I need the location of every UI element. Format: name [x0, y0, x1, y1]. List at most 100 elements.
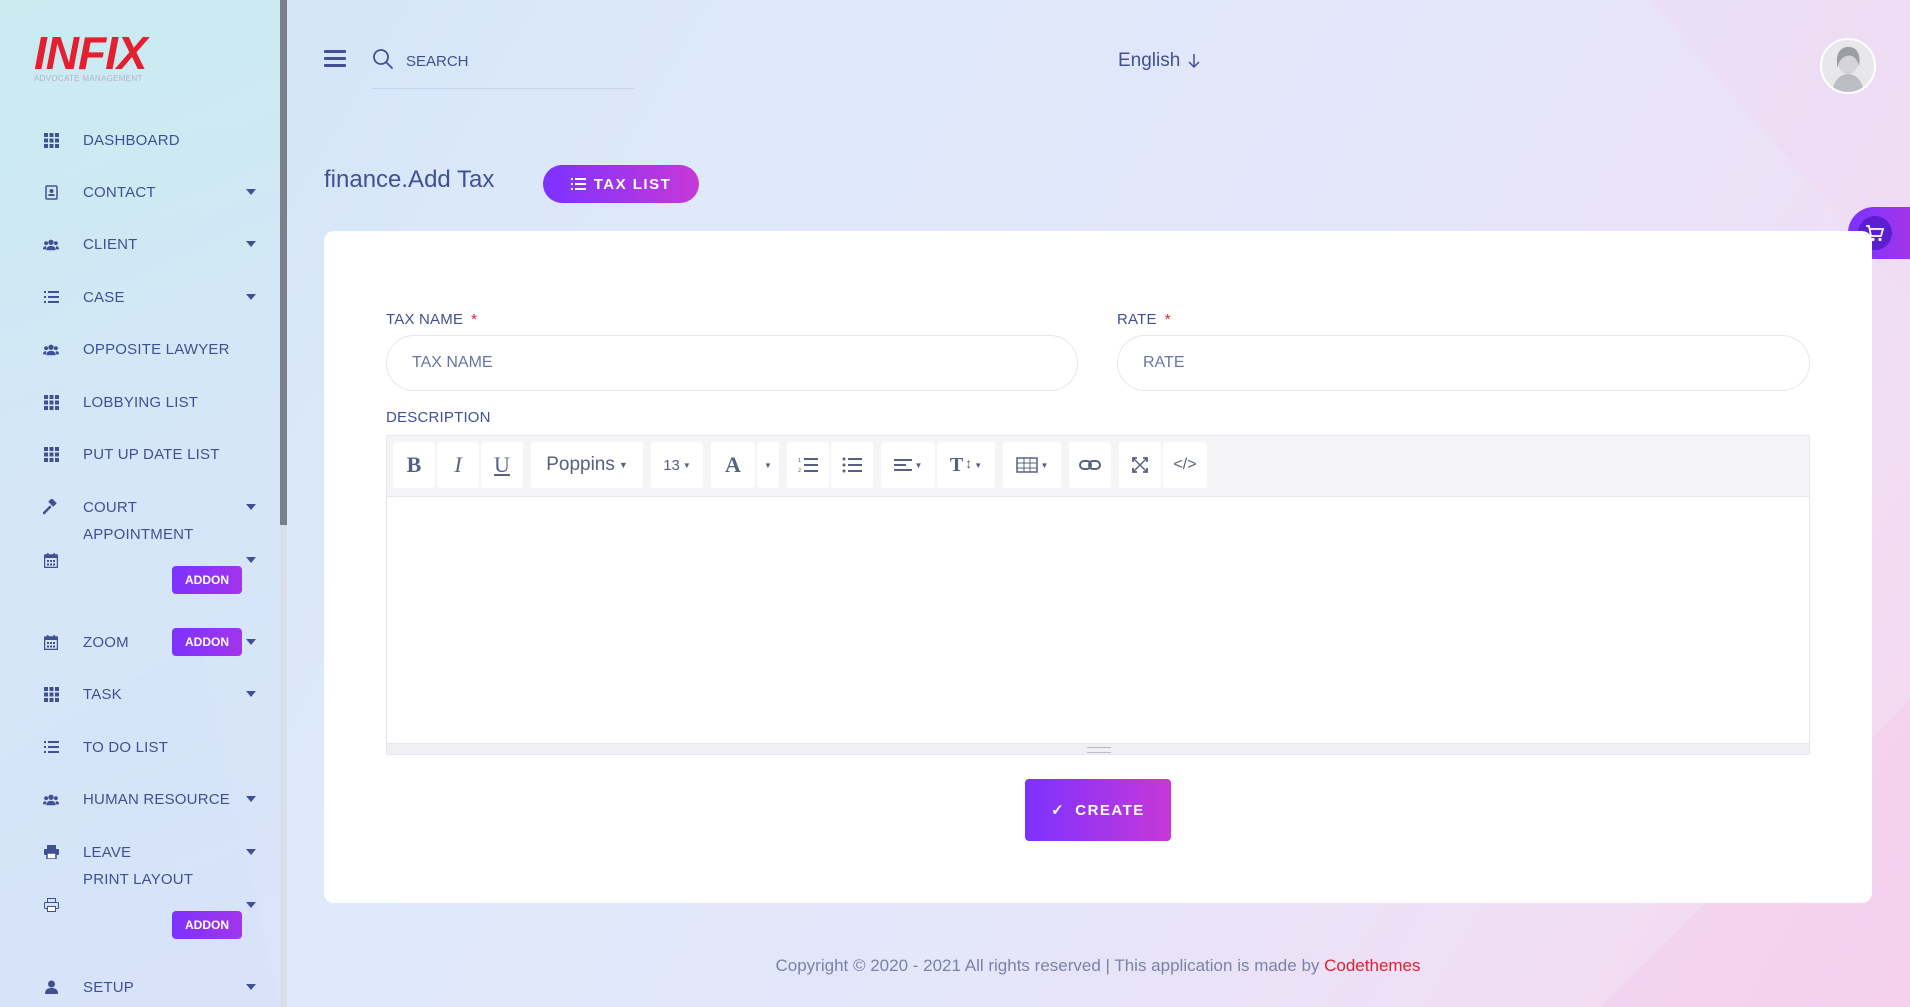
code-view-icon[interactable]: </>: [1163, 442, 1207, 488]
line-height-icon[interactable]: T ↕ ▼: [937, 442, 995, 488]
add-tax-card: TAX NAME* RATE* DESCRIPTION B I U Poppin…: [324, 231, 1872, 903]
sidebar-item-label: LOBBYING LIST: [83, 393, 199, 411]
sidebar-item-label: PUT UP DATE LIST: [83, 445, 220, 463]
users-icon: [43, 236, 59, 252]
sidebar-item-put-up-date-list[interactable]: PUT UP DATE LIST: [0, 434, 280, 474]
avatar[interactable]: [1820, 38, 1876, 94]
editor-resize-handle[interactable]: [387, 743, 1809, 754]
calendar-icon: [43, 634, 59, 650]
svg-text:2: 2: [798, 468, 801, 473]
align-icon[interactable]: ▼: [881, 442, 935, 488]
sidebar-item-setup[interactable]: SETUP: [0, 967, 280, 1007]
gavel-icon: [43, 499, 59, 515]
caret-down-icon: [246, 294, 256, 300]
sidebar-item-task[interactable]: TASK: [0, 674, 280, 714]
italic-icon[interactable]: I: [437, 442, 479, 488]
caret-down-icon: [246, 504, 256, 510]
users-icon: [43, 341, 59, 357]
grid-icon: [43, 686, 59, 702]
link-icon[interactable]: [1069, 442, 1111, 488]
arrow-down-icon: [1188, 54, 1200, 69]
font-family-value: Poppins: [546, 454, 615, 475]
sidebar-item-label: COURT: [83, 498, 138, 516]
sidebar-item-print-layout[interactable]: PRINT LAYOUT ADDON: [0, 871, 280, 939]
addon-badge: ADDON: [172, 911, 242, 939]
create-button[interactable]: ✓ CREATE: [1025, 779, 1171, 841]
users-icon: [43, 791, 59, 807]
list-icon: [43, 289, 59, 305]
sidebar-item-label: OPPOSITE LAWYER: [83, 340, 230, 358]
list-icon: [570, 178, 586, 190]
logo-text: INFIX: [34, 27, 148, 79]
footer-link[interactable]: Codethemes: [1324, 956, 1420, 975]
text-color-icon[interactable]: A: [711, 442, 755, 488]
font-size-select[interactable]: 13 ▼: [651, 442, 703, 488]
sidebar-item-label: CLIENT: [83, 235, 138, 253]
caret-down-icon: [246, 691, 256, 697]
grid-icon: [43, 446, 59, 462]
chevron-down-icon[interactable]: ▼: [757, 442, 779, 488]
user-icon: [43, 979, 59, 995]
sidebar-item-zoom[interactable]: ZOOM ADDON: [0, 622, 280, 662]
search-underline: [372, 88, 634, 89]
language-selector[interactable]: English: [1118, 50, 1200, 72]
sidebar-scrollbar-thumb[interactable]: [280, 0, 287, 525]
grid-icon: [43, 132, 59, 148]
sidebar-item-to-do-list[interactable]: TO DO LIST: [0, 727, 280, 767]
grid-icon: [43, 394, 59, 410]
check-icon: ✓: [1051, 802, 1066, 819]
unordered-list-icon[interactable]: [831, 442, 873, 488]
footer-text: Copyright © 2020 - 2021 All rights reser…: [775, 956, 1325, 975]
sidebar-item-label: APPOINTMENT: [83, 526, 194, 543]
sidebar-item-label: ZOOM: [83, 633, 129, 651]
font-size-value: 13: [663, 456, 680, 474]
sidebar-item-label: TO DO LIST: [83, 738, 169, 756]
search-input[interactable]: [404, 48, 638, 74]
sidebar-item-dashboard[interactable]: DASHBOARD: [0, 120, 280, 160]
rate-input[interactable]: [1117, 335, 1810, 391]
chevron-down-icon: ▼: [682, 460, 691, 470]
search-icon[interactable]: [372, 48, 394, 70]
sidebar-item-client[interactable]: CLIENT: [0, 224, 280, 264]
caret-down-icon: [246, 796, 256, 802]
tax-list-button[interactable]: TAX LIST: [543, 165, 699, 203]
sidebar-item-case[interactable]: CASE: [0, 277, 280, 317]
sidebar-item-lobbying-list[interactable]: LOBBYING LIST: [0, 382, 280, 422]
editor-content[interactable]: [387, 497, 1809, 746]
caret-down-icon: [246, 189, 256, 195]
sidebar-item-label: TASK: [83, 685, 122, 703]
sidebar-item-label: CASE: [83, 288, 125, 306]
rate-label: RATE *: [1117, 311, 1171, 328]
caret-down-icon: [246, 849, 256, 855]
ordered-list-icon[interactable]: 12: [787, 442, 829, 488]
menu-toggle-icon[interactable]: [324, 50, 346, 68]
sidebar-item-contact[interactable]: CONTACT: [0, 172, 280, 212]
page-title: finance.Add Tax: [324, 166, 495, 193]
caret-down-icon: [246, 557, 256, 563]
sidebar-item-opposite-lawyer[interactable]: OPPOSITE LAWYER: [0, 329, 280, 369]
description-editor: B I U Poppins ▼ 13 ▼ A ▼ 12 ▼ T ↕ ▼ ▼ </…: [386, 435, 1810, 755]
tax-name-label: TAX NAME *: [386, 311, 478, 328]
font-family-select[interactable]: Poppins ▼: [531, 442, 643, 488]
sidebar-item-leave[interactable]: LEAVE: [0, 832, 280, 872]
underline-icon[interactable]: U: [481, 442, 523, 488]
sidebar-scrollbar[interactable]: [280, 0, 287, 1007]
logo[interactable]: INFIX ADVOCATE MANAGEMENT: [34, 30, 164, 86]
user-avatar-icon: [1822, 40, 1874, 92]
contact-card-icon: [43, 184, 59, 200]
sidebar-item-court[interactable]: COURT: [0, 487, 280, 527]
table-icon[interactable]: ▼: [1003, 442, 1061, 488]
addon-badge: ADDON: [172, 628, 242, 656]
fullscreen-icon[interactable]: [1119, 442, 1161, 488]
editor-toolbar: B I U Poppins ▼ 13 ▼ A ▼ 12 ▼ T ↕ ▼ ▼ </…: [387, 436, 1809, 497]
svg-text:1: 1: [798, 458, 801, 464]
caret-down-icon: [246, 902, 256, 908]
bold-icon[interactable]: B: [393, 442, 435, 488]
caret-down-icon: [246, 984, 256, 990]
sidebar-item-appointment[interactable]: APPOINTMENT ADDON: [0, 526, 280, 594]
description-label: DESCRIPTION: [386, 409, 491, 426]
tax-name-input[interactable]: [386, 335, 1078, 391]
addon-badge: ADDON: [172, 566, 242, 594]
sidebar-item-label: LEAVE: [83, 843, 132, 861]
sidebar-item-human-resource[interactable]: HUMAN RESOURCE: [0, 779, 280, 819]
